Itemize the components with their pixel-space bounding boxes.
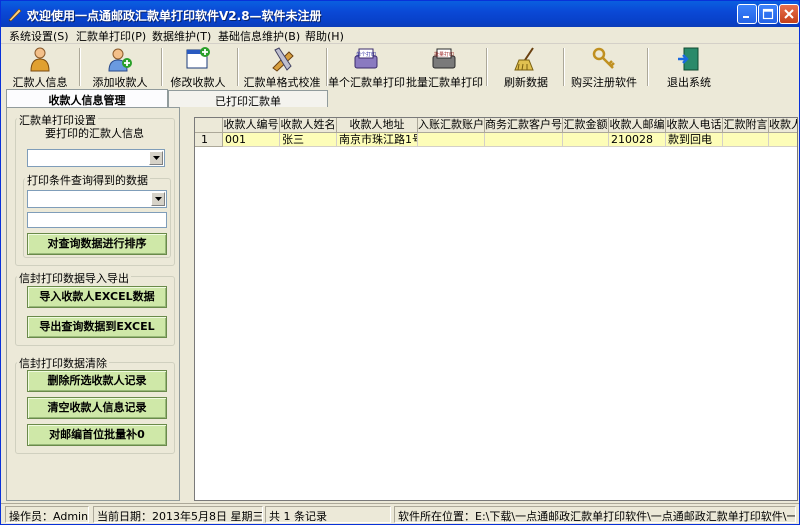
toolbar-separator (161, 48, 163, 86)
table-cell[interactable]: 张三 (280, 133, 337, 147)
menu-remittance-print[interactable]: 汇款单打印(P) (76, 28, 146, 44)
tab-printed-remittances[interactable]: 已打印汇款单 (168, 90, 328, 108)
add-person-icon (108, 48, 132, 72)
app-feather-icon (8, 8, 22, 22)
tab-payee-info[interactable]: 收款人信息管理 (6, 89, 168, 107)
remitter-select-label: 要打印的汇款人信息 (43, 125, 146, 141)
batch-print-icon: 批量打印 (432, 48, 456, 69)
refresh-data-button[interactable]: 刷新数据 (496, 44, 556, 90)
header-cell[interactable]: 收款人电话 (666, 118, 723, 133)
exit-system-button[interactable]: 退出系统 (659, 44, 719, 90)
query-text-input[interactable] (27, 212, 167, 228)
add-payee-button[interactable]: 添加收款人 (87, 44, 153, 90)
menu-help[interactable]: 帮助(H) (305, 28, 344, 44)
toolbar-separator (79, 48, 81, 86)
header-cell[interactable]: 收款人编号 (223, 118, 280, 133)
minimize-button[interactable] (737, 4, 757, 24)
delete-selected-button[interactable]: 删除所选收款人记录 (27, 370, 167, 392)
table-cell[interactable]: 南京市珠江路1号 (337, 133, 418, 147)
table-cell[interactable] (723, 133, 769, 147)
status-operator: 操作员：Admin (5, 506, 89, 523)
maximize-icon (762, 8, 774, 20)
single-print-icon: 单个打印 (354, 48, 378, 69)
title-bar[interactable]: 欢迎使用一点通邮政汇款单打印软件V2.8—软件未注册 (1, 1, 799, 27)
header-cell[interactable]: 收款人 (769, 118, 797, 133)
dropdown-arrow[interactable] (149, 151, 163, 165)
close-icon (784, 9, 794, 19)
menu-data-maintenance[interactable]: 数据维护(T) (152, 28, 211, 44)
menu-basic-info[interactable]: 基础信息维护(B) (218, 28, 300, 44)
zip-pad-zero-button[interactable]: 对邮编首位批量补0 (27, 424, 167, 446)
buy-register-button[interactable]: 购买注册软件 (567, 44, 641, 90)
toolbar-separator (486, 48, 488, 86)
toolbar-separator (237, 48, 239, 86)
import-excel-button[interactable]: 导入收款人EXCEL数据 (27, 286, 167, 308)
tab-strip: 收款人信息管理 已打印汇款单 (4, 89, 799, 108)
broom-icon (514, 47, 534, 71)
table-cell[interactable] (418, 133, 485, 147)
chevron-down-icon (153, 156, 160, 160)
payee-table[interactable]: 收款人编号 收款人姓名 收款人地址 入账汇款账户 商务汇款客户号 汇款金额 收款… (194, 117, 798, 501)
header-cell[interactable]: 收款人邮编 (609, 118, 666, 133)
app-window: 欢迎使用一点通邮政汇款单打印软件V2.8—软件未注册 系统设置(S) 汇款单打印… (0, 0, 800, 525)
header-cell[interactable] (195, 118, 223, 133)
table-cell[interactable] (485, 133, 563, 147)
table-cell[interactable]: 001 (223, 133, 280, 147)
exit-door-icon (678, 47, 699, 71)
header-cell[interactable]: 商务汇款客户号 (485, 118, 563, 133)
table-row[interactable]: 1 001 张三 南京市珠江路1号 210028 款到回电 (195, 133, 797, 147)
calibrate-icon (272, 47, 294, 72)
header-cell[interactable]: 汇款金额 (563, 118, 609, 133)
header-cell[interactable]: 收款人姓名 (280, 118, 337, 133)
query-condition-select[interactable] (27, 190, 167, 208)
status-location: 软件所在位置：E:\下载\一点通邮政汇款单打印软件\一点通邮政汇款单打印软件\一… (394, 506, 796, 523)
minimize-icon (743, 16, 749, 18)
person-icon (30, 47, 50, 72)
header-cell[interactable]: 入账汇款账户 (418, 118, 485, 133)
status-bar: 操作员：Admin 当前日期：2013年5月8日 星期三 共 1 条记录 软件所… (1, 503, 799, 524)
batch-print-button[interactable]: 批量打印 批量汇款单打印 (406, 44, 483, 90)
svg-text:单个打印: 单个打印 (356, 51, 376, 58)
close-button[interactable] (779, 4, 799, 24)
maximize-button[interactable] (758, 4, 778, 24)
import-export-title: 信封打印数据导入导出 (17, 270, 131, 286)
dropdown-arrow[interactable] (151, 192, 165, 206)
toolbar-separator (647, 48, 649, 86)
table-header: 收款人编号 收款人姓名 收款人地址 入账汇款账户 商务汇款客户号 汇款金额 收款… (195, 118, 797, 133)
menu-system-settings[interactable]: 系统设置(S) (9, 28, 69, 44)
edit-payee-button[interactable]: 修改收款人 (167, 44, 229, 90)
header-cell[interactable]: 汇款附言 (723, 118, 769, 133)
table-cell[interactable] (769, 133, 797, 147)
remitter-info-button[interactable]: 汇款人信息 (9, 44, 71, 90)
calibrate-format-button[interactable]: 汇款单格式校准 (243, 44, 321, 90)
svg-text:批量打印: 批量打印 (434, 51, 454, 58)
single-print-button[interactable]: 单个打印 单个汇款单打印 (328, 44, 405, 90)
left-panel: 汇款单打印设置 要打印的汇款人信息 打印条件查询得到的数据 对查询数据进行排序 … (6, 107, 180, 501)
clear-data-title: 信封打印数据清除 (17, 355, 109, 371)
chevron-down-icon (155, 197, 162, 201)
clear-all-button[interactable]: 清空收款人信息记录 (27, 397, 167, 419)
toolbar-separator (563, 48, 565, 86)
remitter-select[interactable] (27, 149, 165, 167)
table-cell[interactable]: 款到回电 (666, 133, 723, 147)
table-cell[interactable]: 210028 (609, 133, 666, 147)
table-cell[interactable] (563, 133, 609, 147)
query-data-label: 打印条件查询得到的数据 (25, 172, 150, 188)
toolbar: 汇款人信息 添加收款人 修改收款人 汇款单格式校准 单个打印 单个汇款单打印 批… (1, 44, 799, 90)
status-date: 当前日期：2013年5月8日 星期三 (93, 506, 263, 523)
window-title: 欢迎使用一点通邮政汇款单打印软件V2.8—软件未注册 (27, 9, 322, 23)
row-number: 1 (195, 133, 223, 147)
edit-window-icon (186, 47, 210, 69)
sort-query-button[interactable]: 对查询数据进行排序 (27, 233, 167, 255)
header-cell[interactable]: 收款人地址 (337, 118, 418, 133)
export-excel-button[interactable]: 导出查询数据到EXCEL (27, 316, 167, 338)
menu-bar: 系统设置(S) 汇款单打印(P) 数据维护(T) 基础信息维护(B) 帮助(H) (1, 27, 799, 44)
keys-icon (592, 47, 615, 69)
status-record-count: 共 1 条记录 (265, 506, 391, 523)
